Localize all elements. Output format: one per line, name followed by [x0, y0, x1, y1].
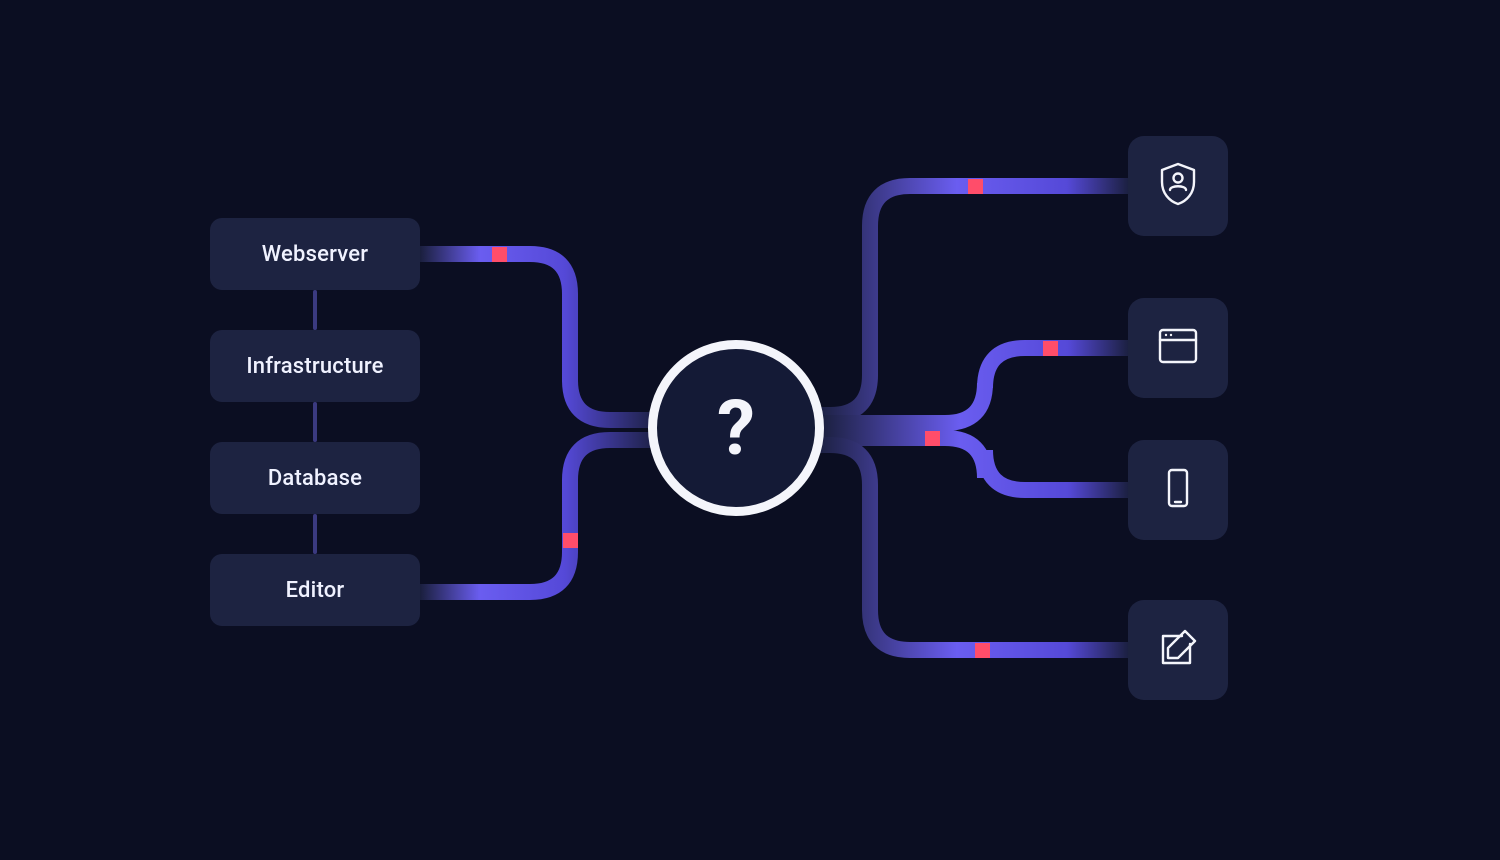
connector-webserver: [420, 254, 660, 420]
marker-security: [968, 179, 983, 194]
node-database: Database: [210, 442, 420, 514]
node-label: Database: [268, 466, 362, 491]
edit-compose-icon: [1154, 624, 1202, 676]
connector-security: [815, 186, 1130, 415]
tile-mobile: [1128, 440, 1228, 540]
marker-editor: [563, 533, 578, 548]
tile-browser: [1128, 298, 1228, 398]
node-editor: Editor: [210, 554, 420, 626]
marker-mobile: [925, 431, 940, 446]
connector-browser: [820, 348, 1130, 423]
node-label: Editor: [286, 578, 345, 603]
connector-mobile: [820, 438, 1130, 490]
tile-security: [1128, 136, 1228, 236]
node-label: Webserver: [262, 242, 368, 267]
marker-compose: [975, 643, 990, 658]
shield-user-icon: [1154, 160, 1202, 212]
node-infrastructure: Infrastructure: [210, 330, 420, 402]
link-vertical: [313, 514, 317, 554]
diagram-stage: Webserver Infrastructure Database Editor…: [0, 0, 1500, 860]
marker-webserver: [492, 247, 507, 262]
tile-compose: [1128, 600, 1228, 700]
link-vertical: [313, 402, 317, 442]
mobile-device-icon: [1154, 464, 1202, 516]
center-symbol: ?: [717, 383, 755, 473]
connector-editor: [420, 440, 660, 592]
browser-window-icon: [1154, 322, 1202, 374]
center-node: ?: [648, 340, 824, 516]
node-label: Infrastructure: [246, 354, 383, 379]
marker-browser: [1043, 341, 1058, 356]
link-vertical: [313, 290, 317, 330]
node-webserver: Webserver: [210, 218, 420, 290]
connector-compose: [815, 445, 1130, 650]
